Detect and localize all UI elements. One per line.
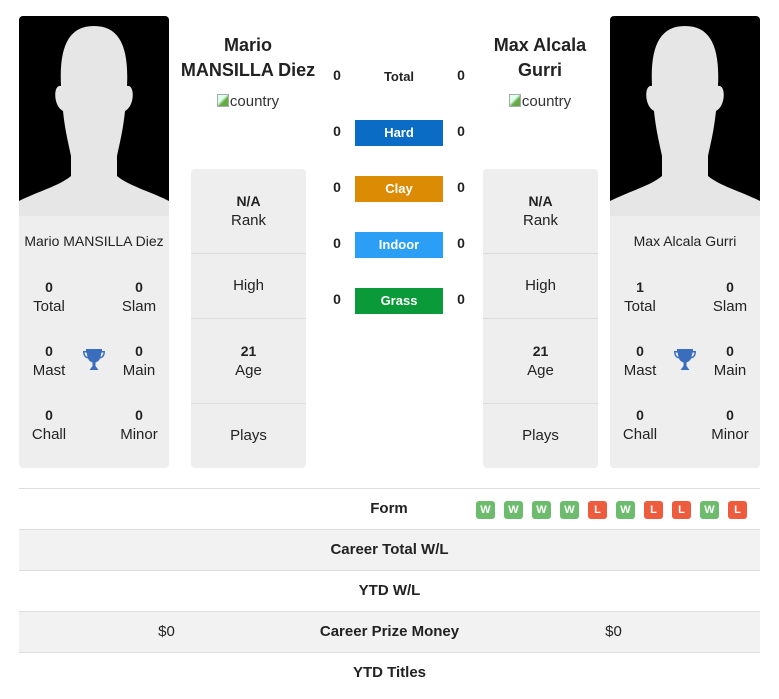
player2-mast-titles: 0 Mast	[623, 343, 657, 379]
ytd-wl-label: YTD W/L	[358, 582, 421, 599]
player2-main-titles: 0 Main	[713, 343, 747, 379]
surface-hard-badge: Hard	[355, 120, 443, 146]
player2-prize-money: $0	[605, 623, 622, 640]
h2h-total-p2: 0	[457, 67, 465, 83]
player2-rank: N/A Rank	[483, 169, 598, 254]
form-result-badge: W	[504, 501, 523, 519]
h2h-clay-p1: 0	[333, 179, 341, 195]
player2-photo	[610, 16, 760, 216]
h2h-total-p1: 0	[333, 67, 341, 83]
career-wl-row: Career Total W/L	[19, 529, 760, 570]
ytd-titles-label: YTD Titles	[352, 664, 427, 681]
form-result-badge: W	[616, 501, 635, 519]
ytd-titles-row: YTD Titles	[19, 652, 760, 693]
form-result-badge: W	[476, 501, 495, 519]
ytd-wl-row: YTD W/L	[19, 570, 760, 611]
player2-flag: country	[472, 93, 608, 110]
player1-photo	[19, 16, 169, 216]
player1-heading[interactable]: Mario MANSILLA Diez	[180, 33, 316, 83]
player1-high: High	[191, 254, 306, 319]
player2-chall-titles: 0 Chall	[622, 407, 658, 443]
form-result-badge: W	[560, 501, 579, 519]
player1-mast-titles: 0 Mast	[32, 343, 66, 379]
player1-age: 21 Age	[191, 319, 306, 404]
prize-money-row: $0 Career Prize Money $0	[19, 611, 760, 652]
player1-plays: Plays	[230, 427, 267, 444]
player1-titles-card: Mario MANSILLA Diez 0 Total 0 Slam 0 Mast 0…	[19, 216, 169, 468]
broken-image-icon	[508, 94, 521, 107]
trophy-icon	[82, 347, 106, 378]
form-badges: WWWWLWLLWL	[467, 500, 747, 519]
h2h-grass-p1: 0	[333, 291, 341, 307]
form-result-badge: L	[644, 501, 663, 519]
player2-info-box: N/A Rank High 21 Age Plays	[483, 169, 598, 468]
surface-indoor-badge: Indoor	[355, 232, 443, 258]
player1-chall-titles: 0 Chall	[31, 407, 67, 443]
player1-name: Mario MANSILLA Diez	[24, 233, 164, 249]
trophy-icon	[673, 347, 697, 378]
form-result-badge: W	[532, 501, 551, 519]
h2h-clay-p2: 0	[457, 179, 465, 195]
player1-info-box: N/A Rank High 21 Age Plays	[191, 169, 306, 468]
player1-slam-titles: 0 Slam	[121, 279, 157, 315]
h2h-hard-p2: 0	[457, 123, 465, 139]
silhouette-icon	[19, 26, 169, 216]
h2h-grass-p2: 0	[457, 291, 465, 307]
player1-flag: country	[180, 93, 316, 110]
player2-heading[interactable]: Max Alcala Gurri	[472, 33, 608, 83]
player1-minor-titles: 0 Minor	[120, 407, 158, 443]
player1-total-titles: 0 Total	[33, 279, 65, 315]
player2-slam-titles: 0 Slam	[712, 279, 748, 315]
form-result-badge: L	[672, 501, 691, 519]
form-result-badge: L	[588, 501, 607, 519]
form-label: Form	[370, 500, 408, 517]
player2-total-titles: 1 Total	[624, 279, 656, 315]
player2-minor-titles: 0 Minor	[711, 407, 749, 443]
h2h-indoor-p2: 0	[457, 235, 465, 251]
h2h-indoor-p1: 0	[333, 235, 341, 251]
silhouette-icon	[610, 26, 760, 216]
player1-rank: N/A Rank	[191, 169, 306, 254]
surface-grass-badge: Grass	[355, 288, 443, 314]
h2h-hard-p1: 0	[333, 123, 341, 139]
h2h-total-label: Total	[383, 69, 415, 84]
player1-main-titles: 0 Main	[122, 343, 156, 379]
form-row: Form WWWWLWLLWL	[19, 488, 760, 529]
player2-high: High	[483, 254, 598, 319]
form-result-badge: L	[728, 501, 747, 519]
player2-name: Max Alcala Gurri	[633, 233, 737, 249]
player2-plays: Plays	[522, 427, 559, 444]
player2-titles-card: Max Alcala Gurri 1 Total 0 Slam 0 Mast 0 Mai…	[610, 216, 760, 468]
player2-age: 21 Age	[483, 319, 598, 404]
career-wl-label: Career Total W/L	[330, 541, 449, 558]
form-result-badge: W	[700, 501, 719, 519]
surface-clay-badge: Clay	[355, 176, 443, 202]
broken-image-icon	[216, 94, 229, 107]
